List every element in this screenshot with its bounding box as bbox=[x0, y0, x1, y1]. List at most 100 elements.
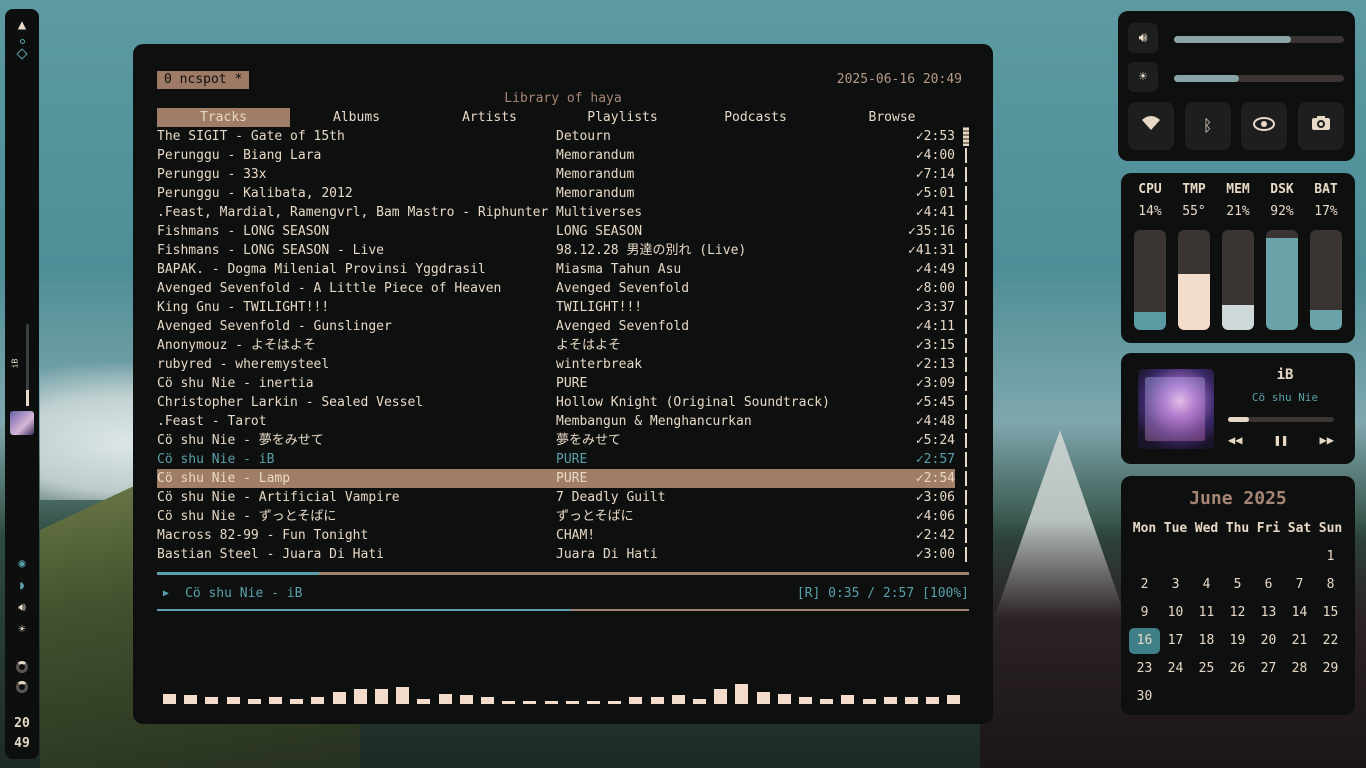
eye-icon[interactable]: ◉ bbox=[14, 555, 30, 571]
volume-icon[interactable]: 🔊︎ bbox=[1128, 23, 1158, 53]
calendar-day[interactable]: 27 bbox=[1253, 656, 1284, 682]
scrollbar-segment[interactable] bbox=[965, 224, 967, 239]
track-row[interactable]: Fishmans - LONG SEASON - Live 98.12.28 男達… bbox=[157, 241, 969, 260]
calendar-day[interactable]: 22 bbox=[1315, 628, 1346, 654]
scrollbar-segment[interactable] bbox=[965, 414, 967, 429]
scrollbar-segment[interactable] bbox=[965, 471, 967, 486]
calendar-day[interactable]: 1 bbox=[1315, 544, 1346, 570]
scrollbar-segment[interactable] bbox=[965, 148, 967, 163]
track-row[interactable]: .Feast - Tarot Membangun & Menghancurkan ✓… bbox=[157, 412, 969, 431]
track-row[interactable]: Avenged Sevenfold - A Little Piece of He… bbox=[157, 279, 969, 298]
track-row[interactable]: Cö shu Nie - inertia PURE ✓3:09 bbox=[157, 374, 969, 393]
calendar-day[interactable]: 5 bbox=[1222, 572, 1253, 598]
track-row[interactable]: The SIGIT - Gate of 15th Detourn ✓2:53 bbox=[157, 127, 969, 146]
media-progress[interactable] bbox=[1228, 417, 1334, 422]
tab-albums[interactable]: Albums bbox=[290, 108, 423, 127]
tab-tracks[interactable]: Tracks bbox=[157, 108, 290, 127]
calendar-day[interactable]: 26 bbox=[1222, 656, 1253, 682]
volume-slider[interactable] bbox=[1174, 36, 1344, 43]
calendar-day[interactable]: 13 bbox=[1253, 600, 1284, 626]
track-row[interactable]: Perunggu - Biang Lara Memorandum ✓4:00 bbox=[157, 146, 969, 165]
previous-icon[interactable]: ◀◀ bbox=[1228, 433, 1242, 447]
wifi-icon[interactable]: ◗ bbox=[14, 577, 30, 593]
scrollbar-segment[interactable] bbox=[965, 509, 967, 524]
track-row[interactable]: Macross 82-99 - Fun Tonight CHAM! ✓2:42 bbox=[157, 526, 969, 545]
ncspot-window[interactable]: 0 ncspot * 2025-06-16 20:49 Library of h… bbox=[133, 44, 993, 724]
track-row[interactable]: .Feast, Mardial, Ramengvrl, Bam Mastro -… bbox=[157, 203, 969, 222]
calendar-day[interactable]: 14 bbox=[1284, 600, 1315, 626]
brightness-icon[interactable]: ☀ bbox=[14, 621, 30, 637]
camera-icon[interactable] bbox=[1297, 102, 1344, 150]
calendar-day[interactable]: 30 bbox=[1129, 684, 1160, 710]
track-row[interactable]: Cö shu Nie - Artificial Vampire 7 Deadly … bbox=[157, 488, 969, 507]
calendar-day[interactable]: 7 bbox=[1284, 572, 1315, 598]
track-row[interactable]: Perunggu - 33x Memorandum ✓7:14 bbox=[157, 165, 969, 184]
bluetooth-icon[interactable]: ᛒ bbox=[1184, 102, 1231, 150]
volume-slider[interactable] bbox=[26, 324, 29, 406]
workspace-diamond-icon[interactable] bbox=[16, 48, 28, 60]
track-row[interactable]: Avenged Sevenfold - Gunslinger Avenged Se… bbox=[157, 317, 969, 336]
wifi-icon[interactable] bbox=[1128, 102, 1174, 150]
calendar-day[interactable]: 17 bbox=[1160, 628, 1191, 654]
calendar-day[interactable]: 21 bbox=[1284, 628, 1315, 654]
scrollbar-segment[interactable] bbox=[965, 281, 967, 296]
scrollbar-segment[interactable] bbox=[965, 338, 967, 353]
next-icon[interactable]: ▶▶ bbox=[1320, 433, 1334, 447]
album-thumb[interactable] bbox=[10, 411, 34, 435]
tab-podcasts[interactable]: Podcasts bbox=[689, 108, 822, 127]
calendar-day[interactable]: 29 bbox=[1315, 656, 1346, 682]
scrollbar-segment[interactable] bbox=[965, 205, 967, 220]
track-row[interactable]: Christopher Larkin - Sealed Vessel Hollow… bbox=[157, 393, 969, 412]
arch-logo-icon[interactable]: ▲ bbox=[14, 17, 30, 33]
tab-browse[interactable]: Browse bbox=[822, 108, 962, 127]
calendar-day[interactable]: 15 bbox=[1315, 600, 1346, 626]
scrollbar-segment[interactable] bbox=[965, 186, 967, 201]
eye-icon[interactable] bbox=[1241, 102, 1288, 150]
calendar-day[interactable]: 12 bbox=[1222, 600, 1253, 626]
calendar-day[interactable]: 19 bbox=[1222, 628, 1253, 654]
track-row[interactable]: Cö shu Nie - iB PURE ✓2:57 bbox=[157, 450, 969, 469]
calendar-day[interactable]: 25 bbox=[1191, 656, 1222, 682]
calendar-day[interactable]: 4 bbox=[1191, 572, 1222, 598]
calendar-day[interactable]: 6 bbox=[1253, 572, 1284, 598]
calendar-day[interactable]: 3 bbox=[1160, 572, 1191, 598]
scrollbar-segment[interactable] bbox=[963, 127, 969, 146]
workspace-indicator-icon[interactable] bbox=[19, 39, 25, 44]
brightness-icon[interactable]: ☀ bbox=[1128, 62, 1158, 92]
speaker-icon[interactable]: 🔊︎ bbox=[14, 599, 30, 615]
calendar-day[interactable]: 2 bbox=[1129, 572, 1160, 598]
calendar-day[interactable]: 24 bbox=[1160, 656, 1191, 682]
track-row[interactable]: Cö shu Nie - ずっとそばに ずっとそばに ✓4:06 bbox=[157, 507, 969, 526]
track-row[interactable]: BAPAK. - Dogma Milenial Provinsi Yggdras… bbox=[157, 260, 969, 279]
calendar-day[interactable]: 8 bbox=[1315, 572, 1346, 598]
scrollbar-segment[interactable] bbox=[965, 357, 967, 372]
scrollbar-segment[interactable] bbox=[965, 319, 967, 334]
calendar-day[interactable]: 10 bbox=[1160, 600, 1191, 626]
calendar-day[interactable]: 9 bbox=[1129, 600, 1160, 626]
track-row[interactable]: Cö shu Nie - Lamp PURE ✓2:54 bbox=[157, 469, 967, 488]
track-row[interactable]: rubyred - wheremysteel winterbreak ✓2:13 bbox=[157, 355, 969, 374]
track-row[interactable]: Bastian Steel - Juara Di Hati Juara Di Ha… bbox=[157, 545, 969, 564]
scrollbar-segment[interactable] bbox=[965, 167, 967, 182]
calendar-day[interactable]: 11 bbox=[1191, 600, 1222, 626]
brightness-slider[interactable] bbox=[1174, 75, 1344, 82]
scrollbar-segment[interactable] bbox=[965, 490, 967, 505]
calendar-today[interactable]: 16 bbox=[1129, 628, 1160, 654]
scrollbar-segment[interactable] bbox=[965, 547, 967, 562]
calendar-day[interactable]: 23 bbox=[1129, 656, 1160, 682]
scrollbar-segment[interactable] bbox=[965, 433, 967, 448]
calendar-day[interactable]: 18 bbox=[1191, 628, 1222, 654]
track-row[interactable]: King Gnu - TWILIGHT!!! TWILIGHT!!! ✓3:37 bbox=[157, 298, 969, 317]
tab-artists[interactable]: Artists bbox=[423, 108, 556, 127]
scrollbar-segment[interactable] bbox=[965, 376, 967, 391]
track-row[interactable]: Anonymouz - よそはよそ よそはよそ ✓3:15 bbox=[157, 336, 969, 355]
scrollbar-segment[interactable] bbox=[965, 528, 967, 543]
scrollbar-segment[interactable] bbox=[965, 262, 967, 277]
scrollbar-segment[interactable] bbox=[965, 395, 967, 410]
scrollbar-segment[interactable] bbox=[965, 243, 967, 258]
calendar-day[interactable]: 28 bbox=[1284, 656, 1315, 682]
scrollbar-segment[interactable] bbox=[965, 300, 967, 315]
playback-progress[interactable] bbox=[157, 572, 969, 575]
calendar-day[interactable]: 20 bbox=[1253, 628, 1284, 654]
scrollbar-segment[interactable] bbox=[965, 452, 967, 467]
